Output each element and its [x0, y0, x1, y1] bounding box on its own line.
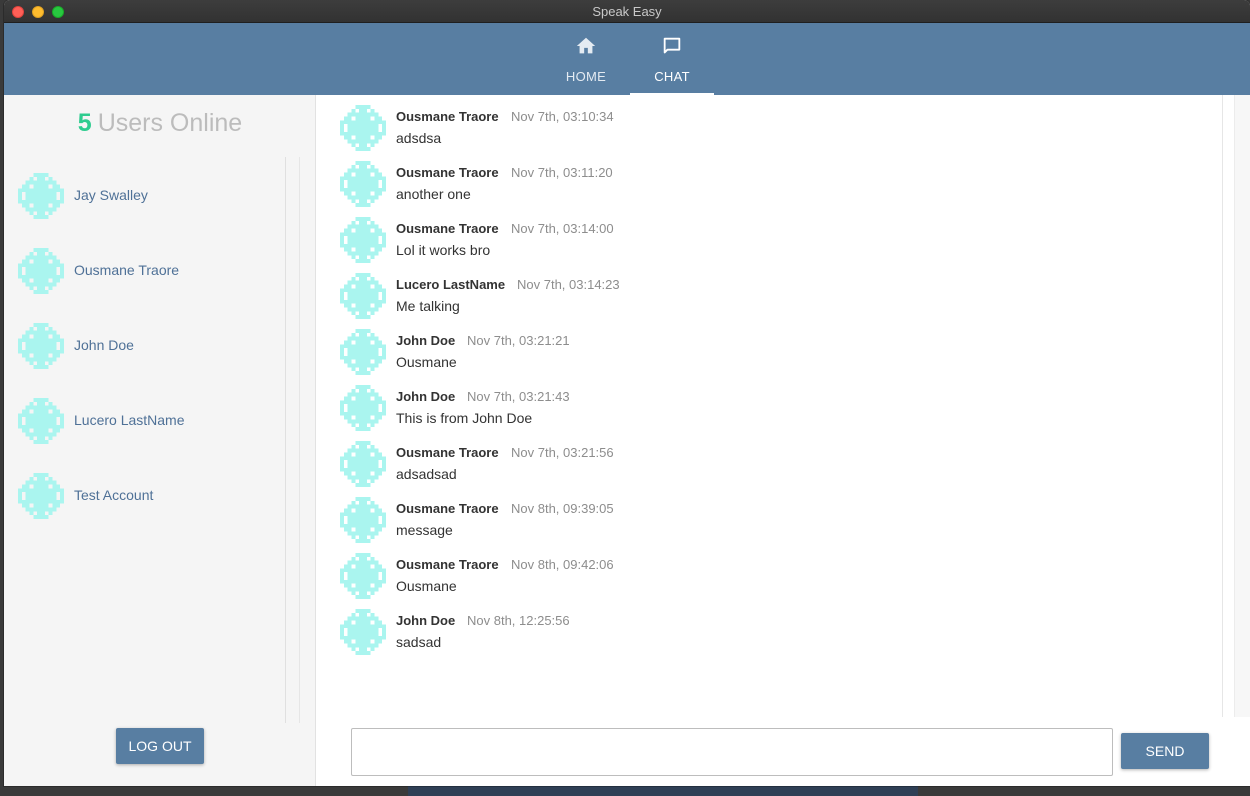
message-timestamp: Nov 7th, 03:21:43	[467, 389, 570, 404]
online-label: Users Online	[97, 109, 243, 137]
users-online-heading: 5 Users Online	[4, 109, 316, 138]
message-author: Ousmane Traore	[396, 501, 499, 516]
user-item[interactable]: Lucero LastName	[18, 396, 278, 446]
app-window: Speak Easy HOME CHAT 5 Users Online Jay S…	[4, 0, 1250, 786]
chat-scrollbar[interactable]	[1234, 95, 1250, 717]
avatar	[340, 217, 386, 263]
chat-message: Ousmane Traore Nov 8th, 09:42:06 Ousmane	[340, 551, 1200, 603]
tab-home-label: HOME	[565, 69, 607, 84]
background-window-strip	[408, 786, 918, 796]
user-item[interactable]: Jay Swalley	[18, 171, 278, 221]
chat-message: John Doe Nov 7th, 03:21:21 Ousmane	[340, 327, 1200, 379]
tab-home[interactable]: HOME	[544, 23, 628, 95]
message-timestamp: Nov 7th, 03:14:23	[517, 277, 620, 292]
chat-divider	[1222, 95, 1223, 717]
chat-panel: Ousmane Traore Nov 7th, 03:10:34 adsdsa Ous…	[316, 95, 1250, 786]
tab-chat[interactable]: CHAT	[630, 23, 714, 95]
message-text: Ousmane	[396, 578, 457, 594]
message-input[interactable]	[351, 728, 1113, 776]
window-title: Speak Easy	[592, 4, 662, 19]
message-text: Ousmane	[396, 354, 457, 370]
avatar	[340, 161, 386, 207]
message-timestamp: Nov 7th, 03:21:21	[467, 333, 570, 348]
chat-message: Ousmane Traore Nov 8th, 09:39:05 message	[340, 495, 1200, 547]
users-sidebar: 5 Users Online Jay Swalley Ousmane Traore J…	[4, 95, 316, 786]
chat-message: Ousmane Traore Nov 7th, 03:21:56 adsadsad	[340, 439, 1200, 491]
user-name: Jay Swalley	[74, 187, 148, 203]
message-author: Ousmane Traore	[396, 109, 499, 124]
user-item[interactable]: John Doe	[18, 321, 278, 371]
avatar	[340, 497, 386, 543]
avatar	[18, 398, 64, 444]
avatar	[340, 329, 386, 375]
message-author: John Doe	[396, 333, 456, 348]
user-name: John Doe	[74, 337, 134, 353]
message-author: Ousmane Traore	[396, 221, 499, 236]
message-timestamp: Nov 7th, 03:11:20	[511, 165, 613, 180]
avatar	[18, 173, 64, 219]
avatar	[340, 609, 386, 655]
message-text: Lol it works bro	[396, 242, 491, 258]
user-item[interactable]: Test Account	[18, 471, 278, 521]
logout-button[interactable]: LOG OUT	[116, 728, 204, 764]
message-timestamp: Nov 7th, 03:14:00	[511, 221, 614, 236]
chat-message: Lucero LastName Nov 7th, 03:14:23 Me talki…	[340, 271, 1200, 323]
avatar	[340, 273, 386, 319]
message-author: Ousmane Traore	[396, 445, 499, 460]
avatar	[18, 473, 64, 519]
chat-message: Ousmane Traore Nov 7th, 03:11:20 another o…	[340, 159, 1200, 211]
message-timestamp: Nov 8th, 09:39:05	[511, 501, 614, 516]
message-author: John Doe	[396, 389, 456, 404]
user-name: Lucero LastName	[74, 412, 185, 428]
message-text: another one	[396, 186, 471, 202]
message-text: message	[396, 522, 453, 538]
avatar	[18, 323, 64, 369]
message-timestamp: Nov 8th, 09:42:06	[511, 557, 614, 572]
avatar	[340, 553, 386, 599]
avatar	[340, 105, 386, 151]
avatar	[340, 385, 386, 431]
chat-message: John Doe Nov 7th, 03:21:43 This is from Jo…	[340, 383, 1200, 435]
message-text: Me talking	[396, 298, 460, 314]
chat-message: Ousmane Traore Nov 7th, 03:14:00 Lol it wo…	[340, 215, 1200, 267]
user-name: Test Account	[74, 487, 154, 503]
user-list-divider	[285, 157, 286, 723]
message-timestamp: Nov 7th, 03:21:56	[511, 445, 614, 460]
message-timestamp: Nov 8th, 12:25:56	[467, 613, 570, 628]
message-author: Ousmane Traore	[396, 557, 499, 572]
app-nav-bar: HOME CHAT	[4, 23, 1250, 95]
user-name: Ousmane Traore	[74, 262, 180, 278]
message-text: This is from John Doe	[396, 410, 533, 426]
avatar	[18, 248, 64, 294]
message-timestamp: Nov 7th, 03:10:34	[511, 109, 614, 124]
online-count: 5	[77, 109, 92, 137]
message-author: Lucero LastName	[396, 277, 506, 292]
tab-chat-label: CHAT	[654, 69, 690, 84]
home-icon	[576, 37, 596, 54]
avatar	[340, 441, 386, 487]
chat-message: John Doe Nov 8th, 12:25:56 sadsad	[340, 607, 1200, 659]
message-text: adsadsad	[396, 466, 457, 482]
chat-message: Ousmane Traore Nov 7th, 03:10:34 adsdsa	[340, 103, 1200, 155]
title-bar: Speak Easy	[4, 0, 1250, 23]
send-button[interactable]: SEND	[1121, 733, 1209, 769]
message-text: sadsad	[396, 634, 442, 650]
message-author: John Doe	[396, 613, 456, 628]
message-author: Ousmane Traore	[396, 165, 499, 180]
user-item[interactable]: Ousmane Traore	[18, 246, 278, 296]
user-list-scrollbar[interactable]	[299, 157, 300, 723]
chat-icon	[663, 37, 681, 54]
message-text: adsdsa	[396, 130, 442, 146]
